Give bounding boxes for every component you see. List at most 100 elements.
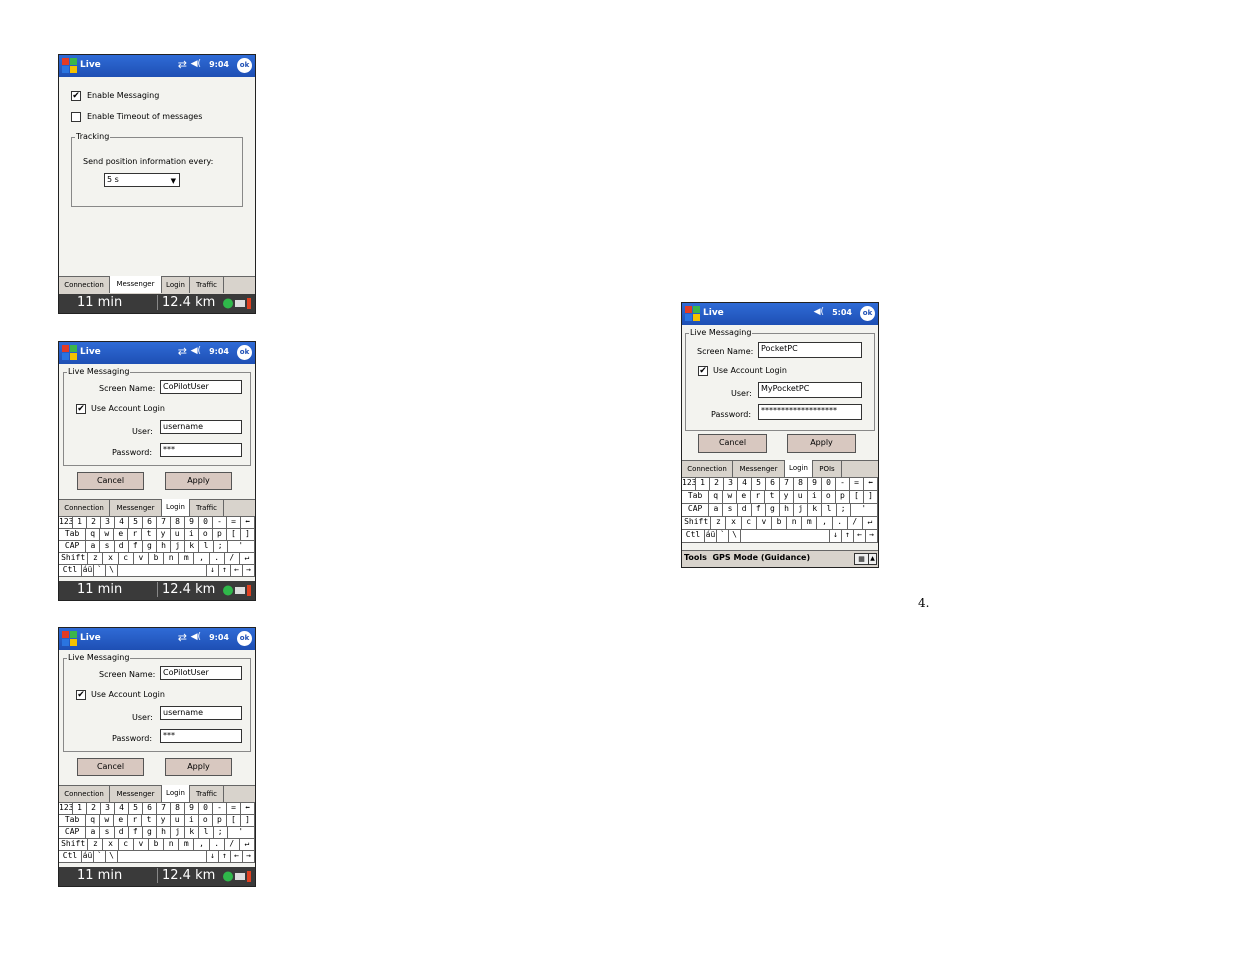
space-key[interactable] [118,851,207,862]
windows-start-icon[interactable] [62,58,78,74]
arrow-down-key[interactable]: ↓ [207,565,219,576]
key[interactable]: m [179,839,195,850]
shift-key[interactable]: Shift [682,517,712,529]
key[interactable]: g [143,827,157,838]
key[interactable]: w [723,491,738,503]
tab-connection[interactable]: Connection [59,500,110,516]
key[interactable]: l [199,541,214,552]
tab-traffic[interactable]: Traffic [190,786,224,802]
password-field[interactable]: ******************* [758,404,862,420]
key[interactable]: q [86,529,101,540]
key[interactable]: j [171,541,186,552]
key[interactable]: s [100,541,115,552]
arrow-down-key[interactable]: ↓ [207,851,219,862]
key[interactable]: ] [241,815,255,826]
key[interactable]: h [157,827,172,838]
tab-messenger[interactable]: Messenger [733,461,785,477]
key[interactable]: f [129,827,143,838]
arrow-left-key[interactable]: ← [231,851,243,862]
cancel-button[interactable]: Cancel [698,434,767,453]
key[interactable]: ' [228,827,255,838]
input-selector-arrow-icon[interactable]: ▲ [868,553,877,565]
backspace-key[interactable]: ⬅ [241,803,255,814]
space-key[interactable] [118,565,207,576]
apply-button[interactable]: Apply [787,434,856,453]
key[interactable]: y [157,529,171,540]
arrow-up-key[interactable]: ↑ [219,565,231,576]
key[interactable]: p [836,491,850,503]
password-field[interactable]: *** [160,729,242,743]
key[interactable]: / [225,553,240,564]
key[interactable]: / [848,517,863,529]
key[interactable]: 4 [115,803,129,814]
key[interactable]: k [185,827,200,838]
volume-icon[interactable]: ◀( [191,632,201,642]
key[interactable]: i [808,491,822,503]
enable-timeout-checkbox[interactable] [71,112,81,122]
use-account-login-checkbox[interactable]: ✔ [76,404,86,414]
cancel-button[interactable]: Cancel [77,472,144,490]
key[interactable]: u [794,491,808,503]
key[interactable]: 8 [171,517,185,528]
key[interactable]: . [210,839,225,850]
tab-login[interactable]: Login [785,460,813,477]
interval-dropdown[interactable]: 5 s ▼ [104,173,180,187]
key[interactable]: o [822,491,836,503]
tab-traffic[interactable]: Traffic [190,277,224,293]
key[interactable]: 5 [129,517,143,528]
key[interactable]: \ [729,530,741,542]
accent-key[interactable]: áü [82,565,94,576]
accent-key[interactable]: áü [82,851,94,862]
key[interactable]: ' [228,541,255,552]
arrow-up-key[interactable]: ↑ [219,851,231,862]
key[interactable]: r [751,491,766,503]
key[interactable]: 8 [171,803,185,814]
clock[interactable]: 5:04 [832,308,852,317]
key[interactable]: ` [717,530,729,542]
key[interactable]: 0 [822,478,836,490]
tab-login[interactable]: Login [162,785,190,802]
windows-start-icon[interactable] [62,345,78,361]
tab-login[interactable]: Login [162,277,190,293]
key[interactable]: . [833,517,848,529]
arrow-right-key[interactable]: → [243,565,255,576]
key[interactable]: o [199,529,213,540]
accent-key[interactable]: áü [705,530,717,542]
key[interactable]: q [709,491,724,503]
tab-connection[interactable]: Connection [682,461,733,477]
arrow-left-key[interactable]: ← [231,565,243,576]
key[interactable]: v [134,839,149,850]
key[interactable]: ` [94,565,106,576]
connectivity-icon[interactable]: ⇄ [178,631,187,644]
key[interactable]: z [711,517,727,529]
key[interactable]: y [157,815,171,826]
key[interactable]: w [100,529,115,540]
volume-icon[interactable]: ◀( [191,346,201,356]
key[interactable]: 7 [157,803,171,814]
key[interactable]: 9 [185,517,199,528]
key[interactable]: r [128,815,143,826]
key[interactable]: t [765,491,780,503]
key[interactable]: 4 [738,478,752,490]
key[interactable]: \ [106,851,118,862]
password-field[interactable]: *** [160,443,242,457]
key[interactable]: 7 [157,517,171,528]
key[interactable]: j [171,827,186,838]
key[interactable]: = [850,478,864,490]
key[interactable]: k [185,541,200,552]
arrow-up-key[interactable]: ↑ [842,530,854,542]
tab-messenger[interactable]: Messenger [110,276,162,293]
key[interactable]: d [738,504,752,516]
ok-button[interactable]: ok [237,58,252,73]
key[interactable]: 2 [87,803,101,814]
key[interactable]: a [709,504,724,516]
key[interactable]: 0 [199,517,213,528]
key[interactable]: ; [214,827,228,838]
key[interactable]: 123 [59,803,73,814]
key[interactable]: 3 [724,478,738,490]
tab-pois[interactable]: POIs [813,461,842,477]
arrow-right-key[interactable]: → [866,530,878,542]
key[interactable]: n [164,839,180,850]
key[interactable]: 1 [73,517,87,528]
apply-button[interactable]: Apply [165,758,232,776]
